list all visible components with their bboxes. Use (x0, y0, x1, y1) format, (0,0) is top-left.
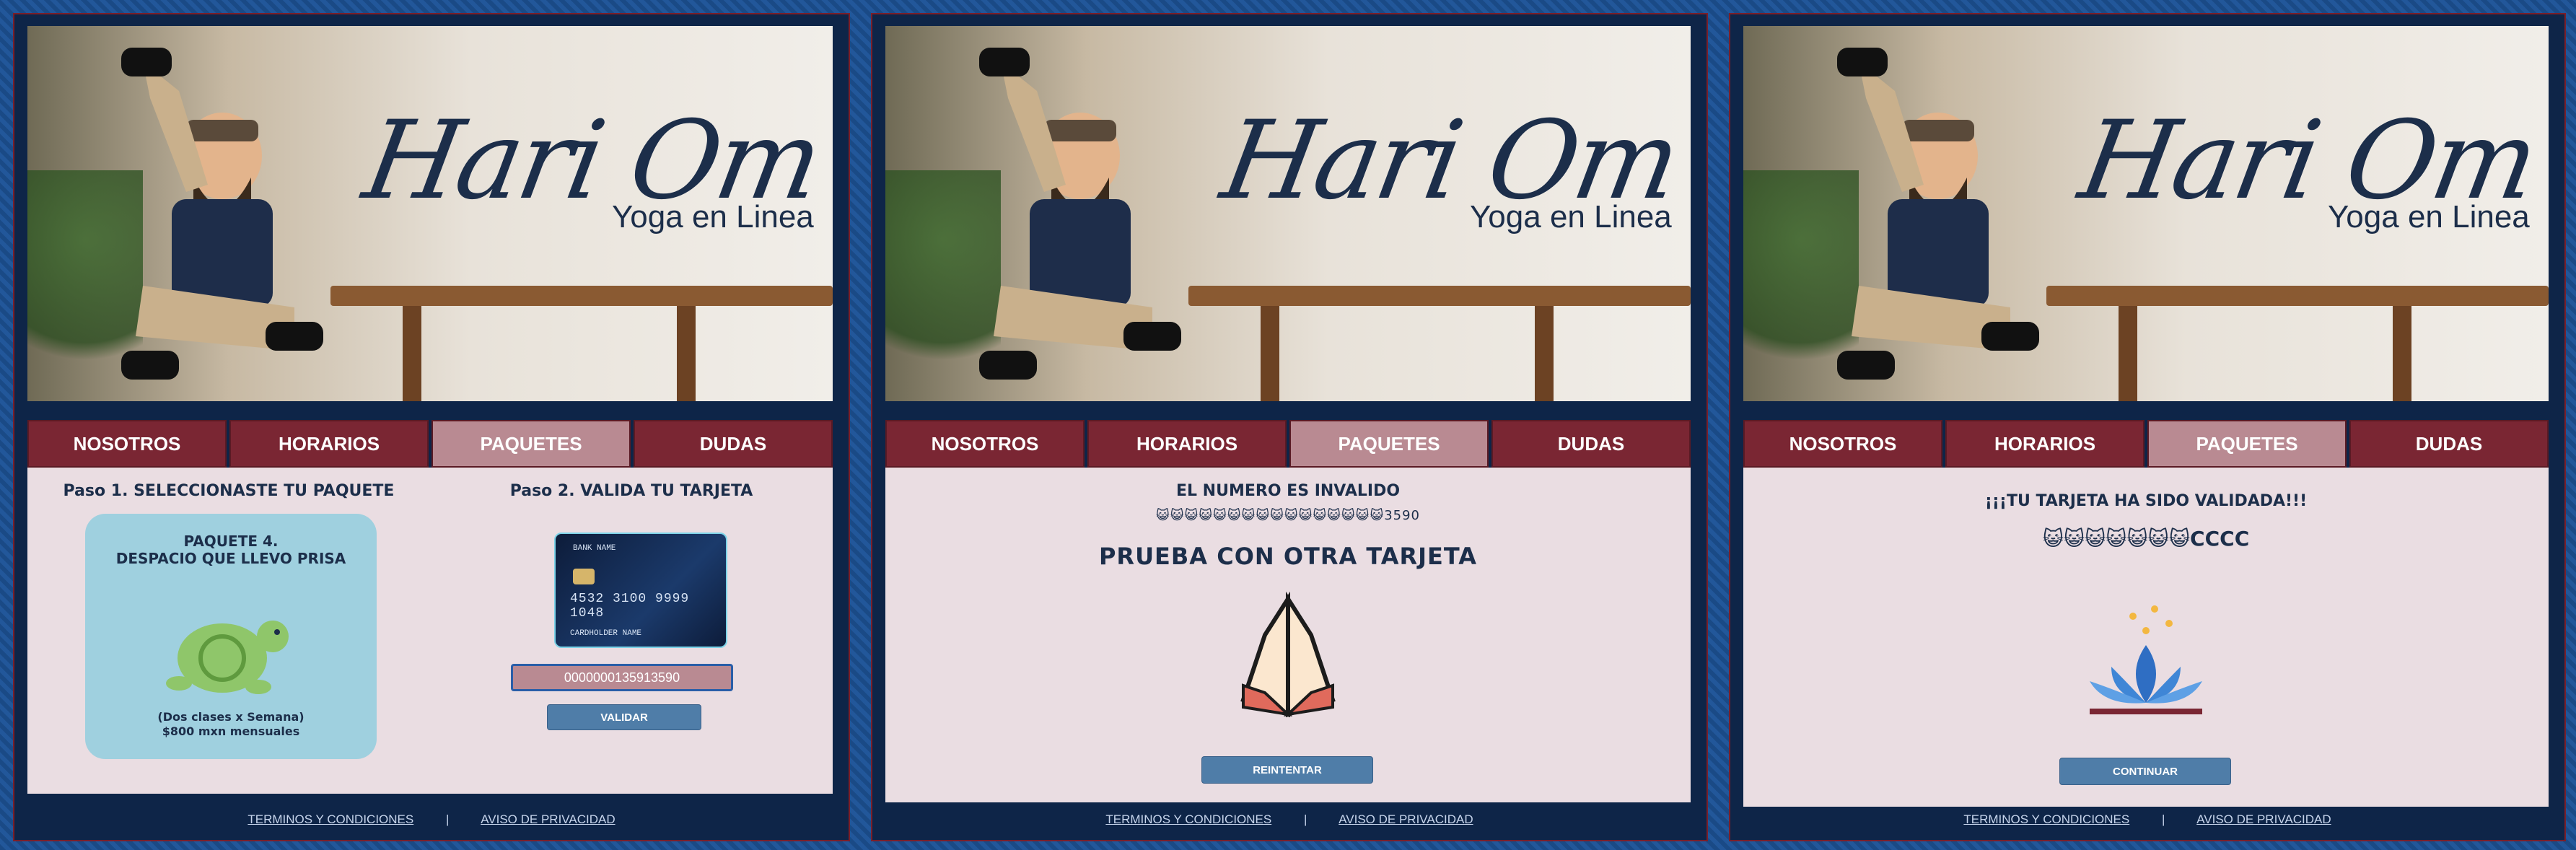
continue-button[interactable]: CONTINUAR (2059, 758, 2231, 785)
step1-title: Paso 1. SELECCIONASTE TU PAQUETE (63, 482, 395, 500)
privacy-link[interactable]: AVISO DE PRIVACIDAD (2196, 812, 2331, 826)
package-title: PAQUETE 4. DESPACIO QUE LLEVO PRISA (115, 533, 346, 567)
terms-link[interactable]: TERMINOS Y CONDICIONES (1963, 812, 2129, 826)
tab-horarios[interactable]: HORARIOS (1087, 420, 1287, 468)
hero-banner: Hari Om Yoga en Linea (885, 26, 1691, 401)
screen-validate-card: Hari Om Yoga en Linea NOSOTROS HORARIOS … (13, 13, 850, 841)
praying-hands-icon (1240, 592, 1336, 718)
package-description: (Dos clases x Semana) $800 mxn mensuales (157, 710, 305, 738)
tab-horarios[interactable]: HORARIOS (1945, 420, 2145, 468)
error-title: EL NUMERO ES INVALIDO (1175, 482, 1401, 500)
masked-card-number: 😺😺😺😺😺😺😺😺😺😺😺😺😺😺😺😺3590 (1155, 508, 1421, 523)
content-area: Paso 1. SELECCIONASTE TU PAQUETE PAQUETE… (27, 468, 833, 794)
brand-subtitle: Yoga en Linea (1470, 199, 1672, 235)
tab-nosotros[interactable]: NOSOTROS (1743, 420, 1942, 468)
hero-banner: Hari Om Yoga en Linea (1743, 26, 2549, 401)
main-nav: NOSOTROS HORARIOS PAQUETES DUDAS (27, 420, 833, 468)
footer: TERMINOS Y CONDICIONES | AVISO DE PRIVAC… (247, 812, 615, 826)
success-title: ¡¡¡TU TARJETA HA SIDO VALIDADA!!! (1984, 492, 2308, 510)
credit-card-image: BANK NAME 4532 3100 9999 1048 CARDHOLDER… (554, 533, 727, 648)
card-number-input[interactable] (511, 664, 733, 691)
yogi-man-image (1837, 48, 2039, 380)
chip-icon (573, 569, 595, 584)
tab-paquetes[interactable]: PAQUETES (431, 420, 631, 468)
step1-column: Paso 1. SELECCIONASTE TU PAQUETE PAQUETE… (27, 468, 430, 794)
footer: TERMINOS Y CONDICIONES | AVISO DE PRIVAC… (1963, 812, 2331, 826)
step2-column: Paso 2. VALIDA TU TARJETA BANK NAME 4532… (430, 468, 833, 794)
retry-button[interactable]: REINTENTAR (1201, 756, 1373, 784)
package-card: PAQUETE 4. DESPACIO QUE LLEVO PRISA (Dos… (85, 514, 377, 759)
content-area: ¡¡¡TU TARJETA HA SIDO VALIDADA!!! 😺😺😺😺😺😺… (1743, 468, 2549, 807)
main-nav: NOSOTROS HORARIOS PAQUETES DUDAS (885, 420, 1691, 468)
desk-image (330, 286, 833, 306)
tab-paquetes[interactable]: PAQUETES (1289, 420, 1489, 468)
tab-dudas[interactable]: DUDAS (2349, 420, 2549, 468)
turtle-icon (166, 621, 289, 694)
tab-dudas[interactable]: DUDAS (634, 420, 833, 468)
privacy-link[interactable]: AVISO DE PRIVACIDAD (481, 812, 615, 826)
retry-message: PRUEBA CON OTRA TARJETA (1098, 543, 1478, 570)
step2-title: Paso 2. VALIDA TU TARJETA (509, 482, 753, 500)
tab-horarios[interactable]: HORARIOS (229, 420, 429, 468)
terms-link[interactable]: TERMINOS Y CONDICIONES (1105, 812, 1271, 826)
yogi-man-image (121, 48, 323, 380)
privacy-link[interactable]: AVISO DE PRIVACIDAD (1339, 812, 1473, 826)
validate-button[interactable]: VALIDAR (547, 704, 701, 730)
yogi-man-image (979, 48, 1181, 380)
tab-paquetes[interactable]: PAQUETES (2147, 420, 2347, 468)
lotus-icon (2090, 605, 2202, 714)
footer: TERMINOS Y CONDICIONES | AVISO DE PRIVAC… (1105, 812, 1473, 826)
hero-banner: Hari Om Yoga en Linea (27, 26, 833, 401)
tab-nosotros[interactable]: NOSOTROS (885, 420, 1085, 468)
main-nav: NOSOTROS HORARIOS PAQUETES DUDAS (1743, 420, 2549, 468)
terms-link[interactable]: TERMINOS Y CONDICIONES (247, 812, 413, 826)
screen-card-validated: Hari Om Yoga en Linea NOSOTROS HORARIOS … (1729, 13, 2566, 841)
tab-nosotros[interactable]: NOSOTROS (27, 420, 227, 468)
content-area: EL NUMERO ES INVALIDO 😺😺😺😺😺😺😺😺😺😺😺😺😺😺😺😺35… (885, 468, 1691, 802)
brand-subtitle: Yoga en Linea (612, 199, 814, 235)
screen-invalid-card: Hari Om Yoga en Linea NOSOTROS HORARIOS … (871, 13, 1708, 841)
brand-subtitle: Yoga en Linea (2328, 199, 2530, 235)
masked-card-number: 😺😺😺😺😺😺😺CCCC (2042, 527, 2250, 551)
tab-dudas[interactable]: DUDAS (1491, 420, 1691, 468)
